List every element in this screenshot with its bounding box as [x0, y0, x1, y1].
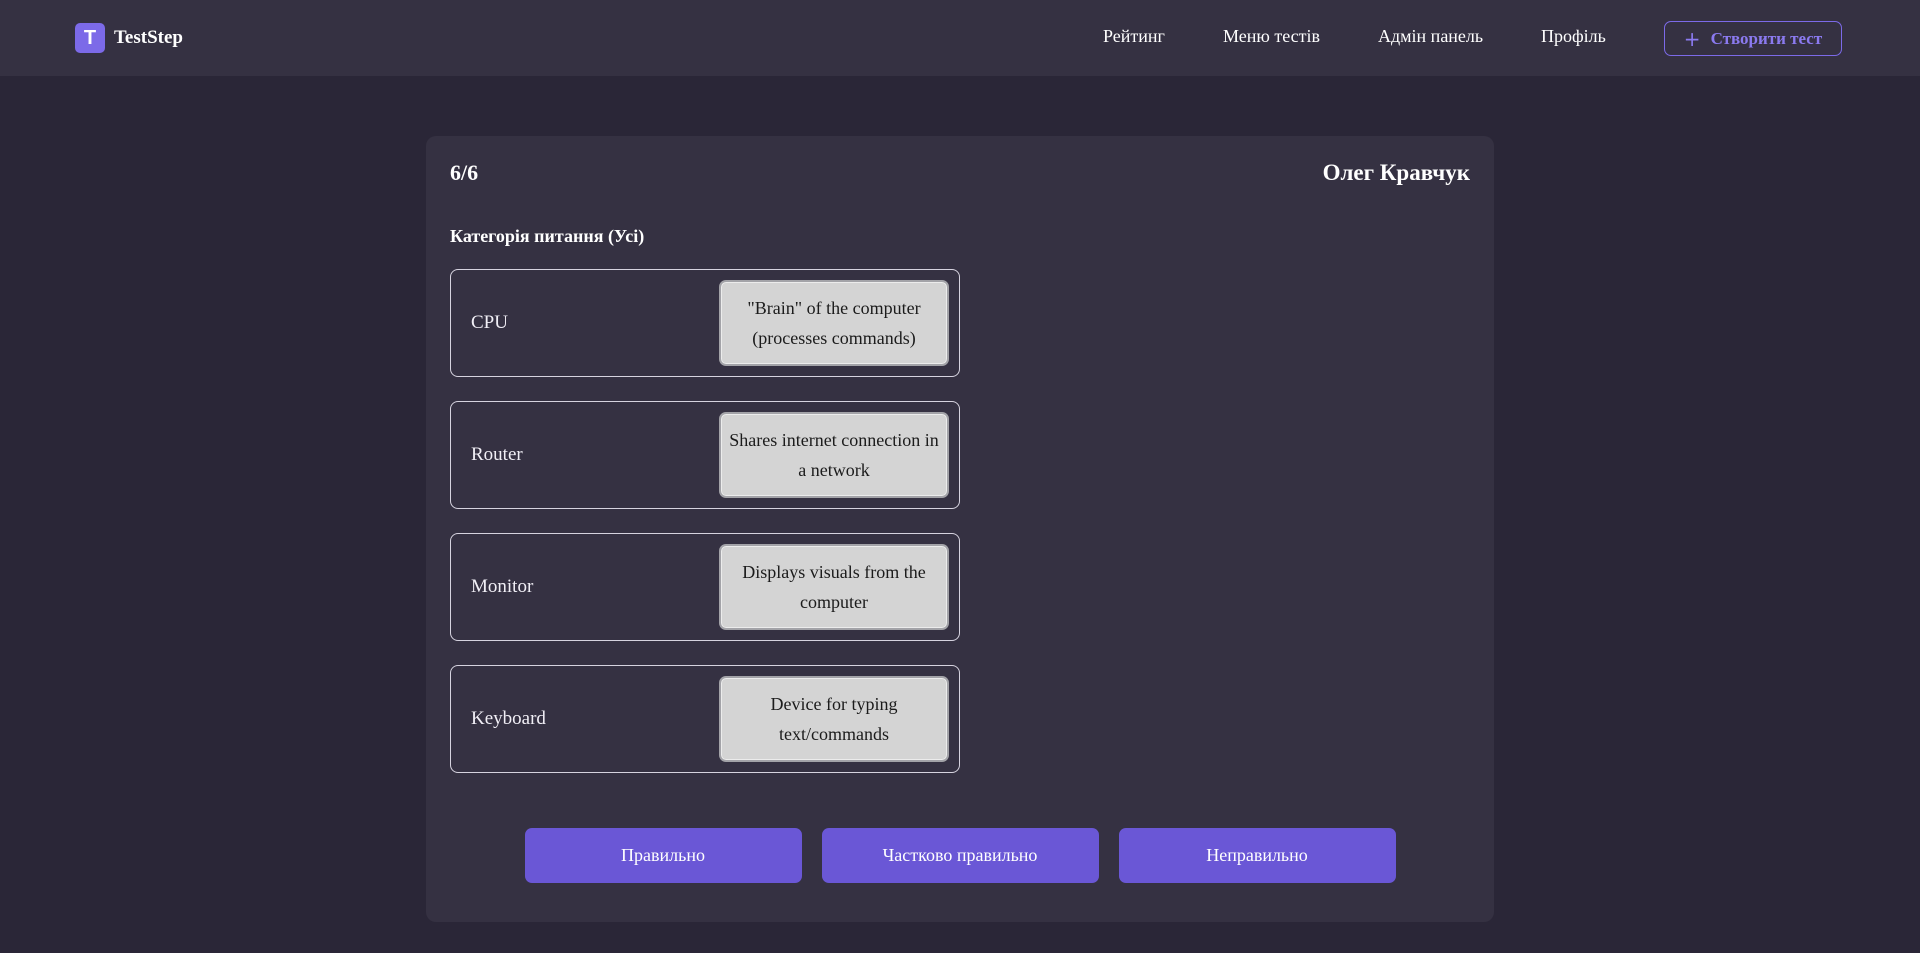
- matching-pair: CPU "Brain" of the computer (processes c…: [450, 269, 960, 377]
- matching-pair: Router Shares internet connection in a n…: [450, 401, 960, 509]
- brand[interactable]: T TestStep: [75, 23, 183, 53]
- matching-pair: Keyboard Device for typing text/commands: [450, 665, 960, 773]
- pair-term: Monitor: [471, 576, 534, 597]
- pair-term: Keyboard: [471, 708, 546, 729]
- matching-pair: Monitor Displays visuals from the comput…: [450, 533, 960, 641]
- pair-answer-tile[interactable]: Shares internet connection in a network: [719, 412, 949, 498]
- question-card: 6/6 Олег Кравчук Категорія питання (Усі)…: [426, 136, 1494, 922]
- create-test-label: Створити тест: [1710, 28, 1823, 48]
- correct-button[interactable]: Правильно: [524, 828, 802, 883]
- brand-name: TestStep: [114, 27, 183, 48]
- grading-actions: Правильно Частково правильно Неправильно: [426, 828, 1494, 883]
- top-navbar: T TestStep Рейтинг Меню тестів Адмін пан…: [0, 0, 1920, 76]
- nav-link-rating[interactable]: Рейтинг: [1103, 26, 1165, 47]
- partially-correct-button[interactable]: Частково правильно: [821, 828, 1099, 883]
- nav-link-admin-panel[interactable]: Адмін панель: [1378, 26, 1483, 47]
- pair-term: CPU: [471, 312, 508, 333]
- nav-link-tests-menu[interactable]: Меню тестів: [1223, 26, 1320, 47]
- pair-answer-tile[interactable]: Displays visuals from the computer: [719, 544, 949, 630]
- create-test-button[interactable]: + Створити тест: [1664, 21, 1842, 56]
- user-name: Олег Кравчук: [1322, 160, 1470, 185]
- question-counter: 6/6: [450, 160, 479, 185]
- brand-logo-icon: T: [75, 23, 105, 53]
- pair-answer-tile[interactable]: Device for typing text/commands: [719, 676, 949, 762]
- nav-link-profile[interactable]: Профіль: [1541, 26, 1606, 47]
- question-category-title: Категорія питання (Усі): [450, 226, 645, 246]
- pair-answer-tile[interactable]: "Brain" of the computer (processes comma…: [719, 280, 949, 366]
- matching-pairs-list: CPU "Brain" of the computer (processes c…: [450, 269, 960, 797]
- brand-logo-letter: T: [83, 26, 97, 49]
- incorrect-button[interactable]: Неправильно: [1118, 828, 1396, 883]
- plus-icon: +: [1683, 26, 1701, 51]
- pair-term: Router: [471, 444, 523, 465]
